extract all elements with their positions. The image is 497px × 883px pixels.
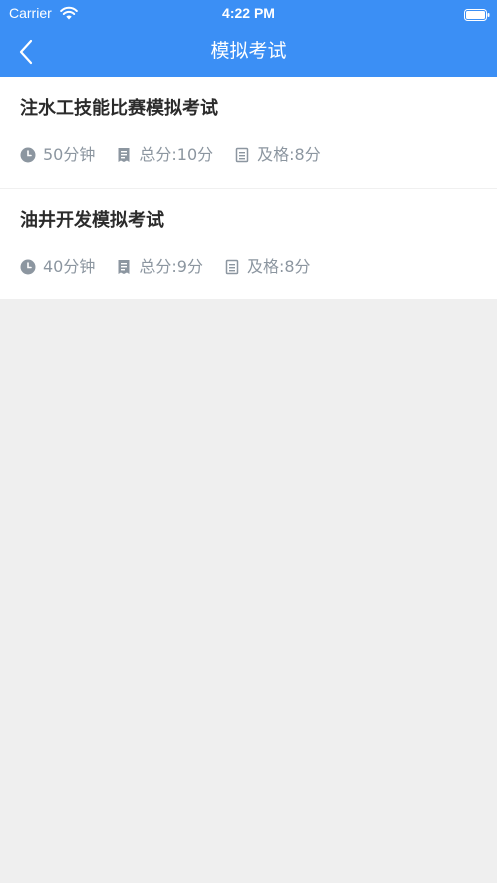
pass-score-label: 及格:8分 — [246, 257, 311, 276]
duration-info: 50分钟 — [20, 144, 95, 166]
exam-list: 注水工技能比赛模拟考试 50分钟 总分:10分 及格:8分 油井开发模拟考试 4… — [0, 77, 497, 299]
exam-list-item[interactable]: 油井开发模拟考试 40分钟 总分:9分 及格:8分 — [0, 188, 497, 299]
pass-score-info: 及格:8分 — [224, 256, 311, 278]
battery-icon — [464, 6, 490, 21]
status-time: 4:22 PM — [222, 5, 275, 21]
clock-icon — [20, 259, 36, 275]
document-icon — [116, 259, 132, 275]
exam-meta: 50分钟 总分:10分 及格:8分 — [20, 144, 342, 166]
clock-icon — [20, 147, 36, 163]
document-icon — [116, 147, 132, 163]
exam-title: 注水工技能比赛模拟考试 — [20, 98, 218, 119]
total-score-info: 总分:10分 — [116, 144, 213, 166]
pass-score-info: 及格:8分 — [234, 144, 321, 166]
total-score-info: 总分:9分 — [116, 256, 203, 278]
exam-list-item[interactable]: 注水工技能比赛模拟考试 50分钟 总分:10分 及格:8分 — [0, 77, 497, 188]
page-title: 模拟考试 — [210, 40, 287, 62]
duration-label: 50分钟 — [43, 145, 96, 164]
pass-score-label: 及格:8分 — [257, 145, 321, 164]
app-header: Carrier 4:22 PM 模拟考试 — [0, 0, 497, 77]
navigation-bar: 模拟考试 — [0, 26, 497, 77]
status-bar: Carrier 4:22 PM — [0, 0, 497, 26]
total-score-label: 总分:9分 — [139, 257, 203, 276]
exam-meta: 40分钟 总分:9分 及格:8分 — [20, 256, 332, 278]
exam-title: 油井开发模拟考试 — [20, 210, 164, 231]
total-score-label: 总分:10分 — [139, 145, 214, 164]
duration-label: 40分钟 — [43, 257, 96, 276]
duration-info: 40分钟 — [20, 256, 95, 278]
clipboard-icon — [224, 259, 240, 275]
clipboard-icon — [234, 147, 250, 163]
